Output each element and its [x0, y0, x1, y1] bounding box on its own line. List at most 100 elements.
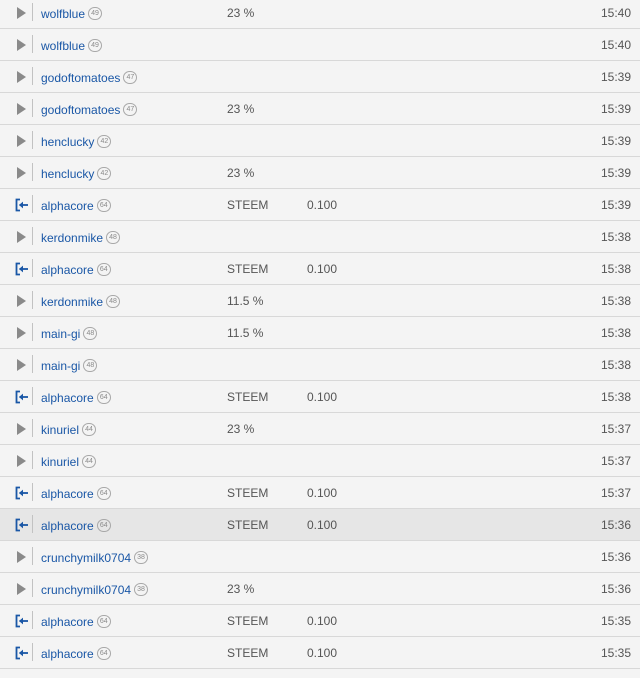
row-divider	[32, 163, 33, 181]
username-link[interactable]: kinuriel	[41, 455, 79, 469]
play-triangle-icon[interactable]	[15, 38, 29, 52]
play-triangle-icon[interactable]	[15, 294, 29, 308]
play-triangle-icon[interactable]	[15, 326, 29, 340]
row-divider	[32, 579, 33, 597]
amount-value: 0.100	[307, 518, 338, 532]
user-cell: alphacore 64	[41, 645, 111, 662]
asset-label: STEEM	[227, 646, 269, 660]
username-link[interactable]: henclucky	[41, 135, 94, 149]
user-cell: alphacore 64	[41, 197, 111, 214]
username-link[interactable]: henclucky	[41, 167, 94, 181]
username-link[interactable]: kerdonmike	[41, 295, 103, 309]
row-divider	[32, 227, 33, 245]
username-link[interactable]: crunchymilk0704	[41, 551, 131, 565]
activity-row: crunchymilk0704 38 23 % 15:36	[0, 573, 640, 605]
play-triangle-icon[interactable]	[15, 358, 29, 372]
user-cell: main-gi 48	[41, 325, 98, 342]
timestamp: 15:37	[600, 422, 631, 436]
row-divider	[32, 483, 33, 501]
user-cell: kinuriel 44	[41, 421, 97, 438]
asset-label: STEEM	[227, 198, 269, 212]
activity-row: wolfblue 49 23 % 15:40	[0, 0, 640, 29]
row-divider	[32, 323, 33, 341]
username-link[interactable]: alphacore	[41, 199, 94, 213]
user-cell: kerdonmike 48	[41, 293, 121, 310]
play-triangle-icon[interactable]	[15, 134, 29, 148]
username-link[interactable]: alphacore	[41, 647, 94, 661]
timestamp: 15:35	[600, 646, 631, 660]
row-divider	[32, 611, 33, 629]
activity-list: wolfblue 49 23 % 15:40 wolfblue 49 15:40 godoft…	[0, 0, 640, 669]
vote-weight: 23 %	[227, 422, 255, 436]
timestamp: 15:38	[600, 230, 631, 244]
activity-row: main-gi 48 15:38	[0, 349, 640, 381]
play-triangle-icon[interactable]	[15, 454, 29, 468]
row-divider	[32, 259, 33, 277]
reputation-badge: 47	[123, 103, 138, 117]
timestamp: 15:38	[600, 262, 631, 276]
username-link[interactable]: alphacore	[41, 615, 94, 629]
activity-row: alphacore 64 STEEM 0.100 15:39	[0, 189, 640, 221]
play-triangle-icon[interactable]	[15, 166, 29, 180]
reputation-badge: 64	[96, 519, 111, 533]
activity-row: kinuriel 44 23 % 15:37	[0, 413, 640, 445]
user-cell: kinuriel 44	[41, 453, 97, 470]
username-link[interactable]: wolfblue	[41, 7, 85, 21]
asset-label: STEEM	[227, 486, 269, 500]
amount-value: 0.100	[307, 262, 338, 276]
activity-row: alphacore 64 STEEM 0.100 15:35	[0, 605, 640, 637]
row-divider	[32, 3, 33, 21]
activity-row: main-gi 48 11.5 % 15:38	[0, 317, 640, 349]
username-link[interactable]: crunchymilk0704	[41, 583, 131, 597]
username-link[interactable]: godoftomatoes	[41, 71, 120, 85]
vote-weight: 23 %	[227, 102, 255, 116]
timestamp: 15:38	[600, 390, 631, 404]
play-triangle-icon[interactable]	[15, 582, 29, 596]
timestamp: 15:39	[600, 70, 631, 84]
row-divider	[32, 355, 33, 373]
reputation-badge: 64	[96, 199, 111, 213]
reputation-badge: 44	[82, 423, 97, 437]
username-link[interactable]: kerdonmike	[41, 231, 103, 245]
activity-row: kinuriel 44 15:37	[0, 445, 640, 477]
timestamp: 15:36	[600, 518, 631, 532]
activity-row: alphacore 64 STEEM 0.100 15:38	[0, 381, 640, 413]
timestamp: 15:36	[600, 550, 631, 564]
username-link[interactable]: main-gi	[41, 327, 80, 341]
activity-row: godoftomatoes 47 15:39	[0, 61, 640, 93]
activity-row: henclucky 42 15:39	[0, 125, 640, 157]
username-link[interactable]: wolfblue	[41, 39, 85, 53]
row-divider	[32, 195, 33, 213]
username-link[interactable]: alphacore	[41, 263, 94, 277]
reputation-badge: 38	[134, 551, 149, 565]
user-cell: godoftomatoes 47	[41, 69, 138, 86]
play-triangle-icon[interactable]	[15, 70, 29, 84]
row-divider	[32, 451, 33, 469]
row-divider	[32, 547, 33, 565]
username-link[interactable]: main-gi	[41, 359, 80, 373]
reputation-badge: 64	[96, 391, 111, 405]
username-link[interactable]: godoftomatoes	[41, 103, 120, 117]
username-link[interactable]: alphacore	[41, 519, 94, 533]
asset-label: STEEM	[227, 518, 269, 532]
reputation-badge: 49	[88, 39, 103, 53]
play-triangle-icon[interactable]	[15, 6, 29, 20]
activity-row: alphacore 64 STEEM 0.100 15:38	[0, 253, 640, 285]
play-triangle-icon[interactable]	[15, 102, 29, 116]
activity-row: kerdonmike 48 11.5 % 15:38	[0, 285, 640, 317]
username-link[interactable]: kinuriel	[41, 423, 79, 437]
username-link[interactable]: alphacore	[41, 391, 94, 405]
play-triangle-icon[interactable]	[15, 230, 29, 244]
asset-label: STEEM	[227, 390, 269, 404]
sign-in-arrow-icon	[15, 646, 28, 660]
activity-row: alphacore 64 STEEM 0.100 15:36	[0, 509, 640, 541]
play-triangle-icon[interactable]	[15, 550, 29, 564]
row-divider	[32, 419, 33, 437]
user-cell: crunchymilk0704 38	[41, 581, 149, 598]
username-link[interactable]: alphacore	[41, 487, 94, 501]
timestamp: 15:37	[600, 454, 631, 468]
vote-weight: 11.5 %	[227, 294, 264, 308]
user-cell: godoftomatoes 47	[41, 101, 138, 118]
play-triangle-icon[interactable]	[15, 422, 29, 436]
user-cell: kerdonmike 48	[41, 229, 121, 246]
